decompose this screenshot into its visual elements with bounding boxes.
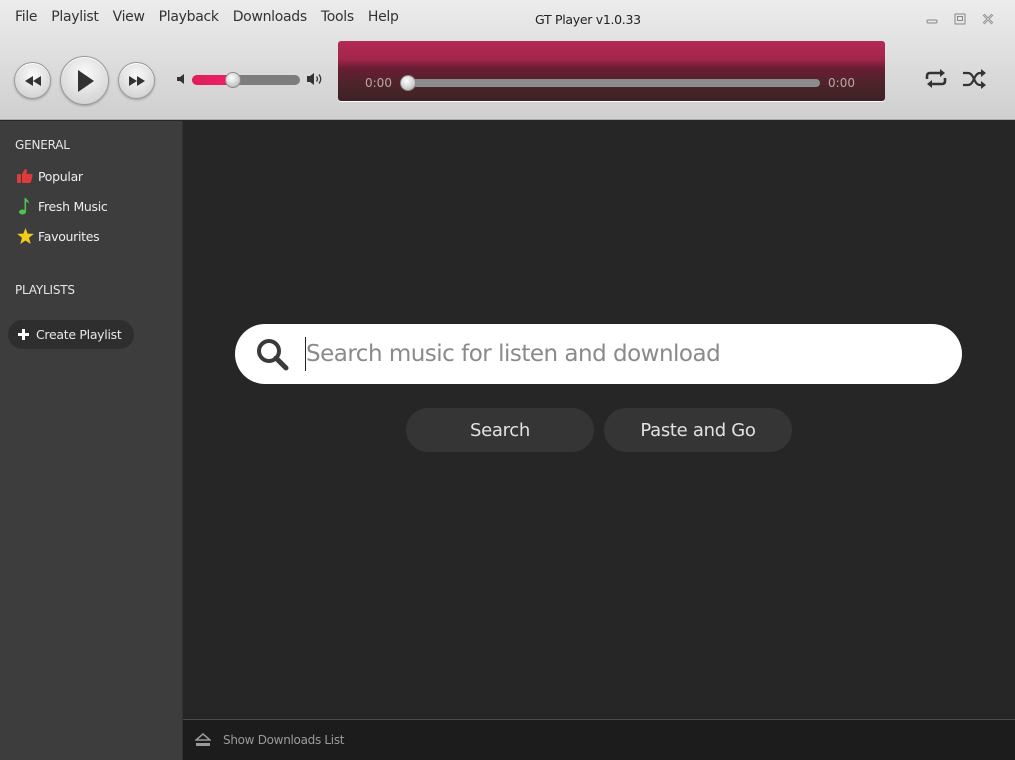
search-bar — [235, 324, 962, 384]
fast-forward-icon — [128, 75, 145, 86]
repeat-button[interactable] — [924, 68, 948, 94]
sidebar-item-fresh-music[interactable]: Fresh Music — [15, 197, 108, 215]
toolbar: File Playlist View Playback Downloads To… — [0, 0, 1015, 120]
downloads-bar[interactable]: Show Downloads List — [183, 719, 1015, 760]
elapsed-time: 0:00 — [365, 76, 392, 90]
shuffle-button[interactable] — [962, 68, 986, 94]
main-content: Search Paste and Go — [183, 121, 1015, 719]
create-playlist-label: Create Playlist — [36, 327, 122, 342]
menu-view[interactable]: View — [106, 9, 152, 25]
maximize-button[interactable] — [953, 12, 967, 26]
minimize-icon — [926, 19, 938, 24]
shuffle-icon — [963, 69, 986, 89]
window-controls — [925, 12, 995, 26]
create-playlist-button[interactable]: Create Playlist — [8, 320, 134, 349]
menu-bar: File Playlist View Playback Downloads To… — [8, 9, 406, 25]
search-input[interactable] — [305, 337, 925, 371]
music-note-icon — [15, 197, 35, 215]
duration-time: 0:00 — [828, 76, 855, 90]
now-playing-panel: 0:00 0:00 — [338, 41, 885, 101]
sidebar: GENERAL Popular Fresh Music Favourites P… — [0, 121, 183, 760]
close-icon — [982, 13, 994, 25]
maximize-icon — [954, 13, 966, 25]
repeat-icon — [925, 69, 947, 88]
menu-file[interactable]: File — [8, 9, 44, 25]
sidebar-item-favourites[interactable]: Favourites — [15, 227, 100, 245]
volume-slider-handle[interactable] — [225, 72, 242, 88]
minimize-button[interactable] — [925, 12, 939, 26]
star-icon — [15, 227, 35, 245]
menu-tools[interactable]: Tools — [314, 9, 361, 25]
eject-icon — [195, 733, 211, 747]
search-button[interactable]: Search — [406, 408, 594, 452]
sidebar-item-label: Favourites — [38, 228, 100, 244]
menu-help[interactable]: Help — [361, 9, 406, 25]
volume-slider[interactable] — [192, 72, 300, 88]
window-title: GT Player v1.0.33 — [535, 12, 641, 27]
menu-downloads[interactable]: Downloads — [226, 9, 314, 25]
play-button[interactable] — [60, 56, 109, 105]
menu-playlist[interactable]: Playlist — [44, 9, 105, 25]
show-downloads-list-label[interactable]: Show Downloads List — [223, 733, 344, 747]
volume-low-icon — [177, 74, 184, 84]
sidebar-item-label: Popular — [38, 168, 83, 184]
sidebar-item-label: Fresh Music — [38, 198, 108, 214]
thumbs-up-icon — [15, 167, 35, 185]
play-icon — [77, 69, 94, 92]
next-button[interactable] — [118, 62, 155, 99]
sidebar-item-popular[interactable]: Popular — [15, 167, 83, 185]
seek-slider-handle[interactable] — [400, 75, 416, 91]
search-icon[interactable] — [255, 337, 289, 371]
section-title-general: GENERAL — [15, 138, 70, 152]
plus-icon — [18, 329, 29, 340]
menu-playback[interactable]: Playback — [152, 9, 226, 25]
paste-and-go-button[interactable]: Paste and Go — [604, 408, 792, 452]
previous-button[interactable] — [14, 62, 51, 99]
section-title-playlists: PLAYLISTS — [15, 283, 75, 297]
volume-high-icon — [307, 73, 322, 85]
seek-slider[interactable] — [400, 75, 820, 91]
rewind-icon — [24, 75, 41, 86]
close-button[interactable] — [981, 12, 995, 26]
